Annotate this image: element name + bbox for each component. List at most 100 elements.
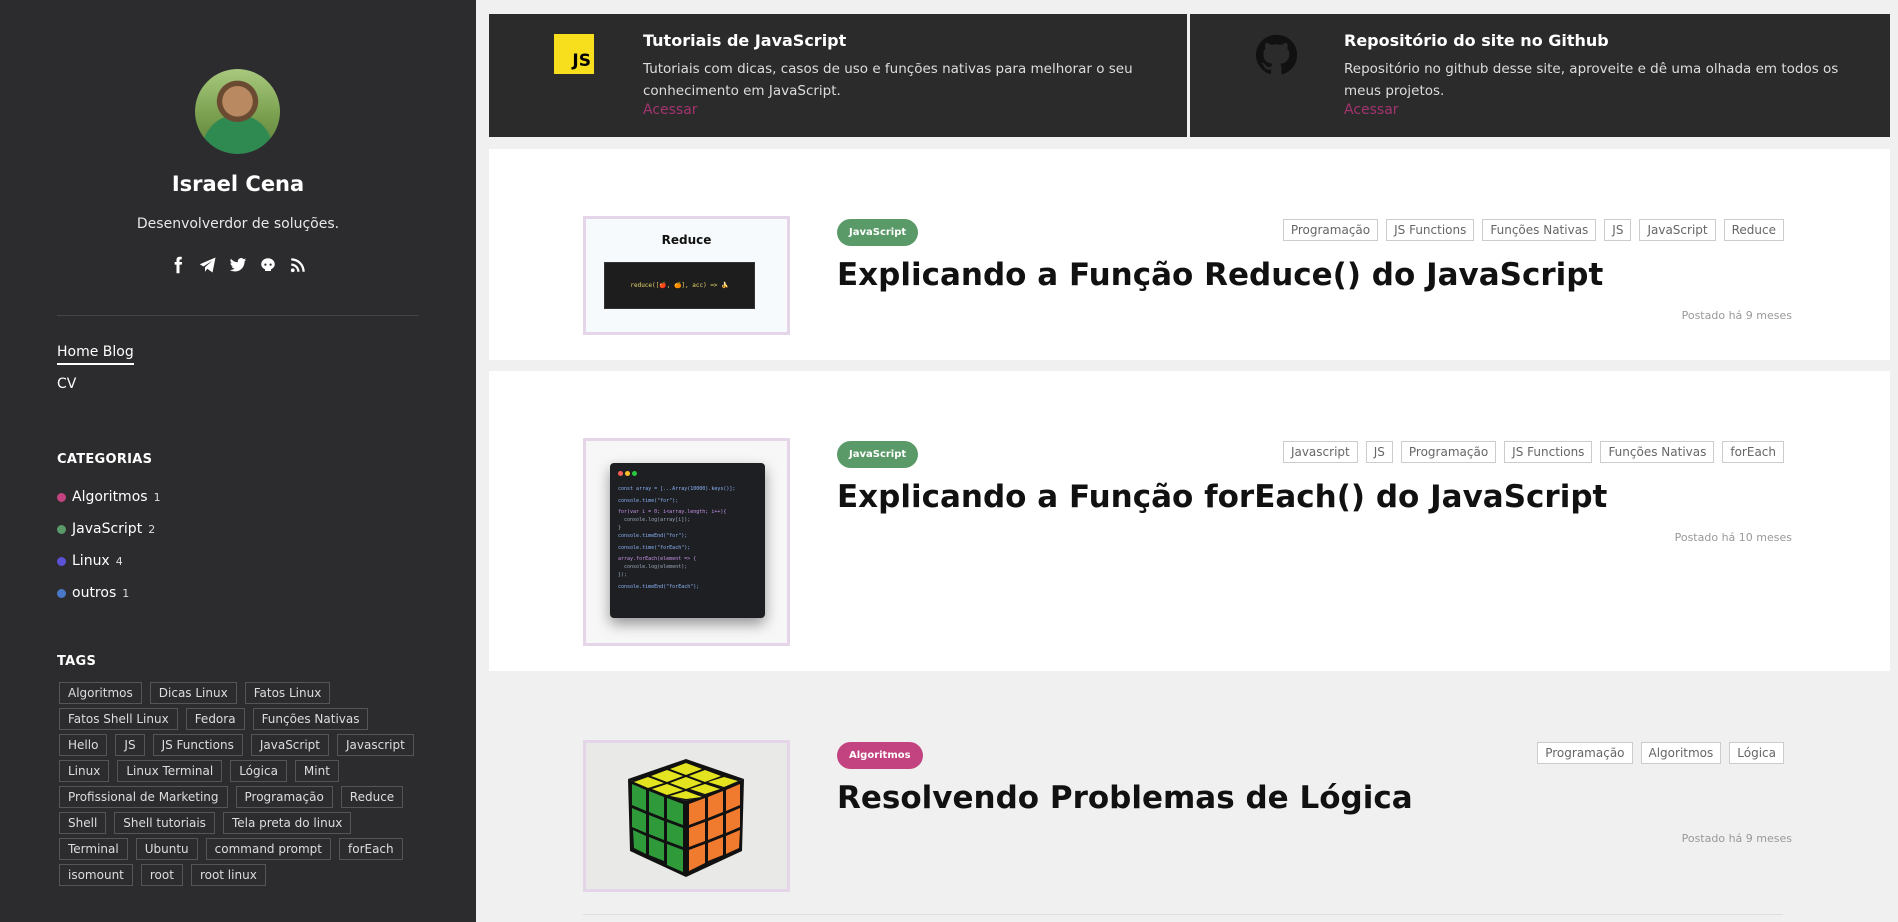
tag-item[interactable]: JavaScript [250, 734, 329, 756]
twitter-icon[interactable] [229, 256, 247, 274]
category-count: 2 [148, 522, 156, 536]
thumbnail-code-window: const array = [...Array(10000).keys()]; … [610, 463, 765, 618]
tag-item[interactable]: root linux [190, 864, 266, 886]
thumbnail-code-snippet: reduce([🍎, 🍊], acc) => 🍌 [604, 262, 755, 309]
category-item[interactable]: Linux 4 [57, 545, 161, 577]
tag-cloud: Algoritmos Dicas Linux Fatos Linux Fatos… [57, 682, 417, 886]
tag-item[interactable]: Linux [59, 760, 110, 782]
category-label: JavaScript [72, 521, 143, 537]
category-item[interactable]: outros 1 [57, 577, 161, 609]
facebook-icon[interactable] [169, 256, 187, 274]
rss-icon[interactable] [289, 256, 307, 274]
card-description: Tutoriais com dicas, casos de uso e funç… [643, 61, 1133, 99]
tag-item[interactable]: JS Functions [152, 734, 243, 756]
categories-heading: CATEGORIAS [57, 452, 153, 467]
github-icon[interactable] [259, 256, 277, 274]
post-tag[interactable]: JS [1604, 219, 1632, 241]
card-access-link[interactable]: Acessar [643, 102, 698, 118]
post-tag[interactable]: Funções Nativas [1600, 441, 1715, 463]
category-badge[interactable]: Algoritmos [837, 742, 923, 769]
tag-item[interactable]: Lógica [230, 760, 287, 782]
sidebar: Israel Cena Desenvolverdor de soluções. … [0, 0, 476, 922]
post-tag[interactable]: forEach [1722, 441, 1784, 463]
post-tags: Programação JS Functions Funções Nativas… [1282, 219, 1784, 241]
sidebar-divider [57, 315, 419, 316]
tag-item[interactable]: JS [115, 734, 145, 756]
category-dot [57, 556, 66, 566]
thumbnail-title: Reduce [661, 233, 712, 247]
category-item[interactable]: JavaScript 2 [57, 513, 161, 545]
nav-home-blog[interactable]: Home Blog [57, 344, 134, 365]
post-tag[interactable]: Algoritmos [1640, 742, 1722, 764]
tag-item[interactable]: forEach [339, 838, 403, 860]
post-tag[interactable]: JS Functions [1504, 441, 1593, 463]
post-card[interactable]: const array = [...Array(10000).keys()]; … [489, 371, 1890, 671]
category-dot [57, 492, 66, 502]
tag-item[interactable]: Linux Terminal [117, 760, 223, 782]
avatar[interactable] [195, 69, 280, 154]
tag-item[interactable]: Fedora [185, 708, 245, 730]
tag-item[interactable]: Javascript [337, 734, 414, 756]
tag-item[interactable]: Shell tutoriais [114, 812, 215, 834]
tag-item[interactable]: root [140, 864, 183, 886]
category-label: Algoritmos [72, 489, 148, 505]
tag-item[interactable]: Fatos Linux [244, 682, 331, 704]
tag-item[interactable]: Shell [59, 812, 107, 834]
post-card[interactable]: Reduce reduce([🍎, 🍊], acc) => 🍌 JavaScri… [489, 149, 1890, 360]
category-badge[interactable]: JavaScript [837, 441, 919, 468]
category-label: outros [72, 585, 117, 601]
tag-item[interactable]: Hello [59, 734, 108, 756]
post-tag[interactable]: Programação [1282, 219, 1379, 241]
category-badge[interactable]: JavaScript [837, 219, 919, 246]
post-tag[interactable]: JavaScript [1639, 219, 1716, 241]
post-thumbnail[interactable]: const array = [...Array(10000).keys()]; … [583, 438, 790, 646]
post-tag[interactable]: Programação [1537, 742, 1633, 764]
post-title[interactable]: Explicando a Função Reduce() do JavaScri… [837, 257, 1603, 293]
post-tag[interactable]: Funções Nativas [1482, 219, 1597, 241]
tag-item[interactable]: Profissional de Marketing [59, 786, 228, 808]
post-thumbnail[interactable]: Reduce reduce([🍎, 🍊], acc) => 🍌 [583, 216, 790, 335]
card-title: Tutoriais de JavaScript [643, 31, 847, 50]
tag-item[interactable]: Fatos Shell Linux [59, 708, 178, 730]
post-title[interactable]: Explicando a Função forEach() do JavaScr… [837, 479, 1607, 515]
nav-cv[interactable]: CV [57, 376, 76, 392]
github-icon [1255, 34, 1298, 75]
post-card[interactable]: Algoritmos Programação Algoritmos Lógica… [489, 682, 1890, 922]
card-github-repo[interactable]: Repositório do site no Github Repositóri… [1190, 14, 1890, 137]
post-tag[interactable]: JS [1365, 441, 1393, 463]
tag-item[interactable]: command prompt [205, 838, 331, 860]
tag-item[interactable]: Ubuntu [135, 838, 198, 860]
category-count: 1 [122, 586, 130, 600]
card-description: Repositório no github desse site, aprove… [1344, 61, 1839, 99]
telegram-icon[interactable] [199, 256, 217, 274]
card-title: Repositório do site no Github [1344, 31, 1609, 50]
post-thumbnail[interactable] [583, 740, 790, 892]
category-item[interactable]: Algoritmos 1 [57, 481, 161, 513]
card-access-link[interactable]: Acessar [1344, 102, 1399, 118]
category-count: 4 [115, 554, 123, 568]
rubiks-cube-image [628, 759, 744, 877]
tag-item[interactable]: Mint [294, 760, 339, 782]
card-javascript-tutorials[interactable]: JS Tutoriais de JavaScript Tutoriais com… [489, 14, 1187, 137]
tag-item[interactable]: Reduce [340, 786, 404, 808]
tag-item[interactable]: Terminal [59, 838, 128, 860]
tags-heading: TAGS [57, 654, 97, 669]
post-tag[interactable]: Reduce [1723, 219, 1784, 241]
post-tag[interactable]: Lógica [1729, 742, 1784, 764]
tag-item[interactable]: Dicas Linux [149, 682, 237, 704]
tag-item[interactable]: Funções Nativas [252, 708, 369, 730]
tag-item[interactable]: isomount [59, 864, 133, 886]
post-tags: Programação Algoritmos Lógica [1537, 742, 1784, 764]
post-tag[interactable]: Programação [1400, 441, 1497, 463]
post-tag[interactable]: Javascript [1282, 441, 1358, 463]
tag-item[interactable]: Tela preta do linux [222, 812, 352, 834]
social-links [0, 256, 476, 274]
category-count: 1 [153, 490, 161, 504]
tag-item[interactable]: Algoritmos [59, 682, 142, 704]
post-divider [583, 914, 1783, 915]
post-tag[interactable]: JS Functions [1386, 219, 1475, 241]
post-tags: Javascript JS Programação JS Functions F… [1282, 441, 1784, 463]
categories-list: Algoritmos 1 JavaScript 2 Linux 4 outros… [57, 481, 161, 609]
post-title[interactable]: Resolvendo Problemas de Lógica [837, 780, 1413, 816]
tag-item[interactable]: Programação [235, 786, 333, 808]
